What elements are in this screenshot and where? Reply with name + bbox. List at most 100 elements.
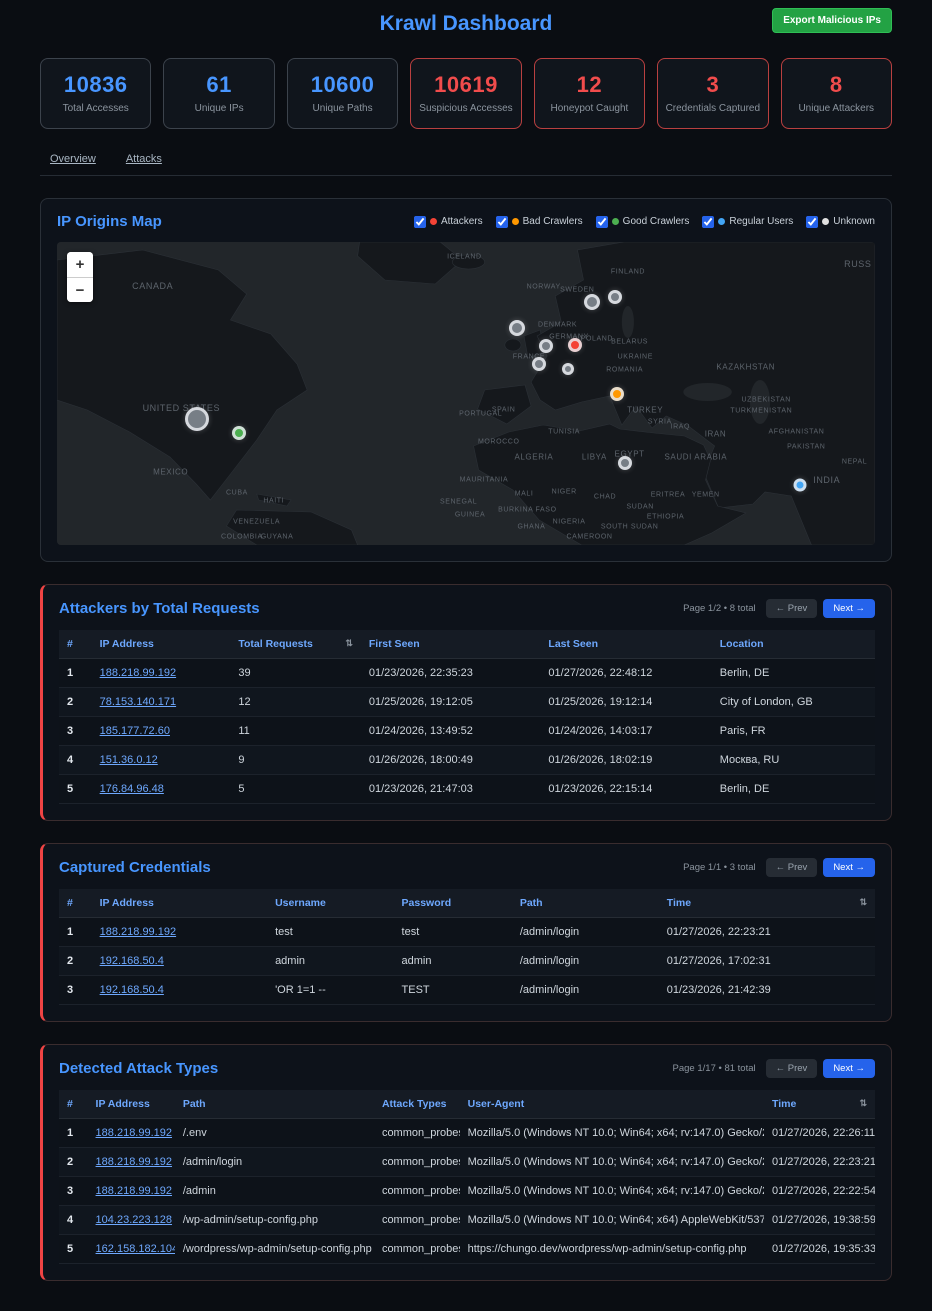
ip-link[interactable]: 78.153.140.171: [100, 696, 176, 708]
world-map-svg: [57, 242, 875, 545]
map-marker-unknown[interactable]: [562, 363, 574, 375]
ip-link[interactable]: 188.218.99.192: [100, 667, 176, 679]
legend-dot-icon: [612, 218, 619, 225]
ip-link[interactable]: 188.218.99.192: [96, 1127, 172, 1139]
map-marker-regular-user[interactable]: [793, 479, 806, 492]
cell-num: 5: [59, 775, 92, 804]
cell-num: 4: [59, 746, 92, 775]
cell-first-seen: 01/25/2026, 19:12:05: [361, 688, 541, 717]
cell-path: /admin/login: [512, 918, 659, 947]
legend-checkbox-good-crawlers[interactable]: [596, 216, 608, 228]
column-header-time[interactable]: Time⇅: [764, 1090, 875, 1119]
cell-num: 3: [59, 1177, 88, 1206]
column-header-time[interactable]: Time⇅: [659, 889, 875, 918]
tabs: Overview Attacks: [40, 153, 892, 176]
legend-checkbox-bad-crawlers[interactable]: [496, 216, 508, 228]
table-row: 3192.168.50.4'OR 1=1 --TEST/admin/login0…: [59, 976, 875, 1005]
cell-path: /wp-admin/setup-config.php: [175, 1206, 374, 1235]
ip-link[interactable]: 188.218.99.192: [96, 1185, 172, 1197]
cell-ip: 104.23.223.128: [88, 1206, 175, 1235]
ip-link[interactable]: 162.158.182.104: [96, 1243, 175, 1255]
legend-checkbox-unknown[interactable]: [806, 216, 818, 228]
detected-attack-types-panel: Detected Attack Types Page 1/17 • 81 tot…: [40, 1044, 892, 1281]
sort-icon[interactable]: ⇅: [859, 1098, 867, 1109]
column-header-password: Password: [394, 889, 512, 918]
zoom-out-button[interactable]: −: [67, 277, 93, 302]
cell-ip: 188.218.99.192: [92, 659, 231, 688]
table-row: 1188.218.99.1923901/23/2026, 22:35:2301/…: [59, 659, 875, 688]
map-marker-attacker[interactable]: [568, 338, 582, 352]
cell-first-seen: 01/23/2026, 22:35:23: [361, 659, 541, 688]
zoom-in-button[interactable]: +: [67, 252, 93, 277]
next-button[interactable]: Next →: [823, 858, 875, 877]
tab-attacks[interactable]: Attacks: [126, 153, 162, 165]
attacks-panel-title: Detected Attack Types: [59, 1060, 218, 1077]
legend-dot-icon: [512, 218, 519, 225]
table-row: 2188.218.99.192/admin/logincommon_probes…: [59, 1148, 875, 1177]
ip-link[interactable]: 188.218.99.192: [100, 926, 176, 938]
cell-user-agent: Mozilla/5.0 (Windows NT 10.0; Win64; x64…: [460, 1206, 764, 1235]
legend-item-unknown[interactable]: Unknown: [806, 216, 875, 228]
cell-ip: 176.84.96.48: [92, 775, 231, 804]
legend-item-regular-users[interactable]: Regular Users: [702, 216, 793, 228]
cell-first-seen: 01/26/2026, 18:00:49: [361, 746, 541, 775]
column-header-total-requests[interactable]: Total Requests⇅: [230, 630, 361, 659]
prev-button[interactable]: ← Prev: [766, 1059, 818, 1078]
table-row: 1188.218.99.192/.envcommon_probesMozilla…: [59, 1119, 875, 1148]
export-malicious-ips-button[interactable]: Export Malicious IPs: [772, 8, 892, 33]
cell-last-seen: 01/23/2026, 22:15:14: [540, 775, 711, 804]
prev-button[interactable]: ← Prev: [766, 858, 818, 877]
ip-link[interactable]: 151.36.0.12: [100, 754, 158, 766]
caspian-sea: [750, 380, 770, 424]
stat-card-honeypot-caught: 12Honeypot Caught: [534, 58, 645, 129]
table-header-row: #IP AddressPathAttack TypesUser-AgentTim…: [59, 1090, 875, 1119]
ip-link[interactable]: 104.23.223.128: [96, 1214, 172, 1226]
map-marker-unknown[interactable]: [539, 339, 553, 353]
map-marker-unknown[interactable]: [618, 456, 632, 470]
captured-credentials-panel: Captured Credentials Page 1/1 • 3 total …: [40, 843, 892, 1022]
sort-icon[interactable]: ⇅: [859, 897, 867, 908]
stat-card-credentials-captured: 3Credentials Captured: [657, 58, 768, 129]
cell-ip: 188.218.99.192: [92, 918, 267, 947]
stat-label: Credentials Captured: [662, 103, 763, 114]
next-button[interactable]: Next →: [823, 1059, 875, 1078]
map-marker-unknown[interactable]: [509, 320, 525, 336]
map-panel-title: IP Origins Map: [57, 213, 162, 230]
ip-link[interactable]: 185.177.72.60: [100, 725, 170, 737]
legend-checkbox-regular-users[interactable]: [702, 216, 714, 228]
cell-ip: 162.158.182.104: [88, 1235, 175, 1264]
legend-item-bad-crawlers[interactable]: Bad Crawlers: [496, 216, 583, 228]
map-marker-good-crawler[interactable]: [232, 426, 246, 440]
map-marker-bad-crawler[interactable]: [610, 387, 624, 401]
ip-link[interactable]: 192.168.50.4: [100, 955, 164, 967]
ip-link[interactable]: 188.218.99.192: [96, 1156, 172, 1168]
map-marker-unknown[interactable]: [185, 407, 209, 431]
ip-link[interactable]: 176.84.96.48: [100, 783, 164, 795]
tab-overview[interactable]: Overview: [50, 153, 96, 165]
cell-time: 01/27/2026, 22:26:11: [764, 1119, 875, 1148]
legend-item-good-crawlers[interactable]: Good Crawlers: [596, 216, 690, 228]
cell-total-requests: 9: [230, 746, 361, 775]
map-marker-unknown[interactable]: [584, 294, 600, 310]
stat-label: Total Accesses: [45, 103, 146, 114]
cell-time: 01/27/2026, 22:23:21: [764, 1148, 875, 1177]
legend-label: Attackers: [441, 216, 483, 227]
cell-password: test: [394, 918, 512, 947]
cell-password: TEST: [394, 976, 512, 1005]
ip-link[interactable]: 192.168.50.4: [100, 984, 164, 996]
map-marker-unknown[interactable]: [608, 290, 622, 304]
next-button[interactable]: Next →: [823, 599, 875, 618]
legend-item-attackers[interactable]: Attackers: [414, 216, 483, 228]
map-marker-unknown[interactable]: [532, 357, 546, 371]
table-row: 2192.168.50.4adminadmin/admin/login01/27…: [59, 947, 875, 976]
world-map[interactable]: + − CANADARUSSICELANDNORWAYSWEDENFINLAND…: [57, 242, 875, 545]
legend-label: Regular Users: [729, 216, 793, 227]
cell-attack-types: common_probes: [374, 1119, 460, 1148]
cell-last-seen: 01/25/2026, 19:12:14: [540, 688, 711, 717]
prev-button[interactable]: ← Prev: [766, 599, 818, 618]
attackers-panel: Attackers by Total Requests Page 1/2 • 8…: [40, 584, 892, 821]
cell-ip: 185.177.72.60: [92, 717, 231, 746]
cell-user-agent: Mozilla/5.0 (Windows NT 10.0; Win64; x64…: [460, 1119, 764, 1148]
sort-icon[interactable]: ⇅: [345, 638, 353, 649]
legend-checkbox-attackers[interactable]: [414, 216, 426, 228]
